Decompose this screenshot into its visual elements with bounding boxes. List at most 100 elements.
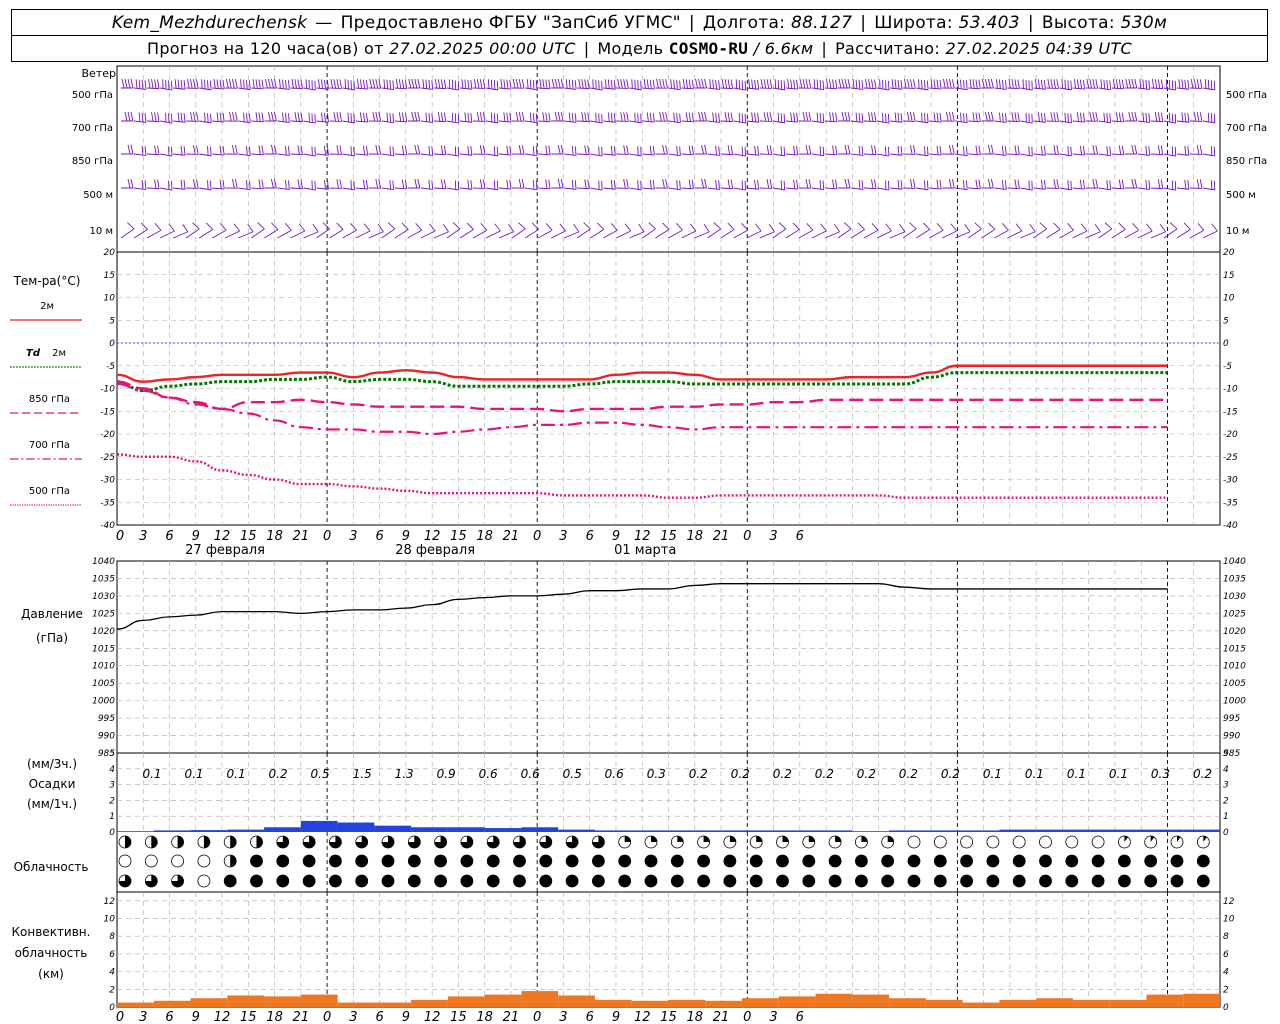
cloud-part [203, 836, 210, 848]
wind-barb [160, 112, 173, 124]
conv-tick-right: 6 [1223, 950, 1229, 960]
hour-label-bottom: 0 [533, 1010, 541, 1024]
cloud-high [802, 835, 816, 849]
wind-barb [629, 146, 642, 157]
wind-barb [668, 112, 681, 124]
wind-barb [746, 179, 760, 190]
temp-tick-left: 20 [104, 248, 116, 258]
wind-barb [1085, 223, 1101, 239]
cloud-mid [986, 854, 1000, 868]
wind-barb [616, 78, 629, 89]
conv-tick-left: 10 [104, 915, 116, 925]
cloud-full [513, 875, 526, 887]
wind-barb [968, 222, 982, 239]
wind-barb [173, 145, 186, 156]
wind-barb [407, 144, 421, 155]
wind-barb [629, 112, 642, 124]
wind-barb [968, 179, 981, 190]
temp-tick-right: -35 [1223, 498, 1238, 508]
precip-3h-label: 0.1 [1109, 767, 1128, 781]
wind-barb [590, 112, 603, 124]
wind-barb [629, 79, 642, 91]
wind-barb [159, 223, 175, 239]
wind-barb [225, 223, 241, 239]
cloud-high [250, 835, 263, 849]
wind-barb [551, 78, 564, 89]
wind-barb [316, 222, 330, 239]
hour-label: 6 [586, 529, 594, 544]
wind-barb [1163, 79, 1177, 91]
wind-barb [590, 222, 605, 239]
wind-barb [1189, 145, 1203, 155]
cloud-high [513, 835, 526, 849]
wind-barb [994, 79, 1007, 90]
cloud-full [513, 855, 526, 867]
cloud-high [1170, 835, 1184, 849]
cloud-part [256, 836, 263, 848]
wind-barb [694, 144, 708, 155]
hour-label-bottom: 6 [796, 1010, 804, 1024]
cloud-full [539, 855, 552, 867]
wind-barb [251, 179, 264, 190]
hour-label: 21 [713, 529, 730, 544]
wind-barb [446, 180, 460, 191]
cloud-low [592, 874, 605, 888]
cloud-low [328, 874, 342, 888]
hour-label-bottom: 12 [424, 1010, 441, 1024]
pressure-tick-left: 1005 [92, 679, 115, 689]
wind-barb [864, 112, 877, 123]
precip-3h-label: 0.6 [479, 767, 498, 781]
cloud-mid [907, 854, 921, 868]
cloud-full [618, 875, 631, 887]
wind-barb [368, 223, 384, 239]
precip-3h-label: 0.9 [437, 767, 456, 781]
conv-tick-left: 4 [109, 968, 115, 978]
wind-barb [199, 112, 212, 124]
precip-3h-label: 1.3 [395, 767, 414, 781]
cloud-high [776, 835, 789, 849]
wind-barb [251, 112, 264, 123]
wind-level-label: 850 гПа [72, 156, 113, 167]
wind-barb [199, 146, 212, 157]
wind-barb [277, 79, 290, 90]
wind-barb [1059, 180, 1072, 191]
wind-barb [433, 112, 447, 123]
conv-bar [925, 999, 963, 1007]
wind-level-label: 700 гПа [72, 123, 113, 134]
wind-barb [1124, 111, 1138, 122]
pressure-tick-right: 995 [1223, 714, 1240, 724]
cloud-high [328, 835, 342, 849]
wind-barb [916, 180, 929, 191]
wind-barb [498, 79, 512, 90]
wind-barb [394, 222, 409, 239]
wind-barb [381, 146, 395, 157]
cloud-label: Облачность [13, 860, 89, 874]
wind-barb [837, 222, 852, 239]
cloud-mid [933, 854, 947, 868]
wind-barb [277, 112, 290, 123]
cloud-part [756, 836, 763, 842]
cloud-full [986, 875, 999, 887]
cloud-mid [355, 854, 369, 868]
cloud-mid [565, 854, 579, 868]
temp-tick-left: 5 [109, 316, 115, 326]
precip-tick-right: 1 [1223, 812, 1229, 822]
cloud-mid [881, 854, 895, 868]
wind-barb [1072, 79, 1086, 90]
wind-barb [121, 78, 134, 89]
temp-tick-right: 0 [1223, 339, 1229, 349]
wind-barb [1202, 180, 1216, 191]
wind-barb [512, 111, 525, 122]
cloud-part [624, 836, 631, 842]
wind-barb [811, 112, 825, 124]
conv-bar [1146, 994, 1184, 1007]
wind-barb [485, 79, 499, 91]
precip-tick-left: 1 [109, 812, 115, 822]
wind-level-label-right: 850 гПа [1226, 156, 1267, 167]
wind-barb [1111, 79, 1125, 90]
cloud-full [487, 875, 500, 887]
cloud-part [835, 836, 842, 842]
cloud-full [382, 875, 394, 887]
cloud-full [750, 855, 763, 867]
cloud-full [276, 855, 289, 867]
